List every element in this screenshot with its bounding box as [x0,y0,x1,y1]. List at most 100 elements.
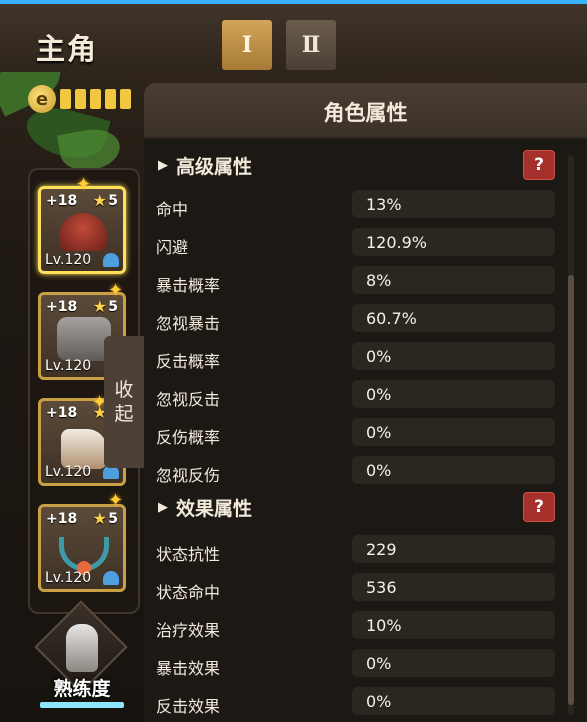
attribute-row: 忽视反击 0% [144,380,587,410]
collapse-button[interactable]: 收 起 [104,336,144,468]
attribute-row: 忽视反伤 0% [144,456,587,486]
attribute-value: 10% [366,616,402,635]
star-count: 5 [108,511,118,527]
attribute-name: 治疗效果 [156,621,221,640]
scrollbar[interactable] [568,155,574,715]
item-level: Lv.120 [45,464,92,480]
exp-cell [60,89,71,109]
exp-cell [120,89,131,109]
attribute-row: 闪避 120.9% [144,228,587,258]
sparkle-icon: ✦ [108,280,124,301]
expand-arrow-icon: ▶ [158,157,168,173]
attribute-name: 暴击效果 [156,659,221,678]
page-title: 主角 [36,32,99,66]
section-title: 高级属性 [176,155,253,178]
exp-cell [90,89,101,109]
attribute-row: 反击效果 0% [144,687,587,717]
attribute-name: 状态抗性 [156,545,221,564]
help-button[interactable]: ? [523,492,555,522]
attribute-value: 13% [366,195,402,214]
helmet-icon [59,213,107,251]
exp-cell [105,89,116,109]
mastery-button[interactable]: 熟练度 [34,600,128,710]
attribute-value: 536 [366,578,397,597]
star-icon: ★ [92,191,107,210]
collapse-label: 收 [114,379,134,401]
attribute-name: 反击概率 [156,352,221,371]
armor-icon [57,317,111,361]
enhance-level: +18 [46,405,78,421]
enhance-level: +18 [46,511,78,527]
attribute-value-box: 0% [352,342,555,370]
attribute-name: 忽视反伤 [156,466,221,485]
tab-page-1[interactable]: Ⅰ [222,20,272,70]
item-level: Lv.120 [45,252,92,268]
attribute-row: 暴击概率 8% [144,266,587,296]
enhance-level: +18 [46,193,78,209]
tab-page-2[interactable]: Ⅱ [286,20,336,70]
attribute-value-box: 120.9% [352,228,555,256]
help-button[interactable]: ? [523,150,555,180]
attribute-value-box: 229 [352,535,555,563]
item-level: Lv.120 [45,570,92,586]
shell-icon [103,253,119,267]
attributes-title: 角色属性 [323,101,408,125]
section-title: 效果属性 [176,497,253,520]
attribute-row: 忽视暴击 60.7% [144,304,587,334]
attribute-name: 命中 [156,200,189,219]
expand-arrow-icon: ▶ [158,499,168,515]
attribute-value: 120.9% [366,233,428,252]
attribute-value-box: 10% [352,611,555,639]
attribute-row: 暴击效果 0% [144,649,587,679]
exp-bar: e [28,84,131,114]
attribute-value-box: 8% [352,266,555,294]
attribute-value-box: 536 [352,573,555,601]
boots-icon [61,429,107,469]
attribute-row: 反击概率 0% [144,342,587,372]
attribute-value: 0% [366,461,392,480]
enhance-level: +18 [46,299,78,315]
attribute-value-box: 0% [352,380,555,408]
exp-cell [75,89,86,109]
section-advanced[interactable]: ▶ 高级属性 [158,147,252,183]
collapse-label: 起 [114,403,134,425]
attribute-name: 闪避 [156,238,189,257]
equipment-slot-helmet[interactable]: +18 ★ 5 Lv.120 [38,186,126,274]
attribute-name: 反击效果 [156,697,221,716]
equipment-slot-necklace[interactable]: +18 ★ 5 Lv.120 [38,504,126,592]
attribute-value-box: 0% [352,418,555,446]
star-count: 5 [108,193,118,209]
attribute-row: 状态命中 536 [144,573,587,603]
header-bar: 主角 Ⅰ Ⅱ [0,4,587,72]
attribute-value: 0% [366,423,392,442]
star-count: 5 [108,299,118,315]
attribute-name: 忽视暴击 [156,314,221,333]
attribute-row: 命中 13% [144,190,587,220]
scrollbar-thumb[interactable] [568,275,574,705]
attribute-value: 8% [366,271,392,290]
attribute-value: 60.7% [366,309,417,328]
mastery-icon [66,624,98,672]
sparkle-icon: ✦ [76,174,92,195]
exp-icon: e [28,85,56,113]
attribute-row: 治疗效果 10% [144,611,587,641]
attribute-row: 状态抗性 229 [144,535,587,565]
attribute-value: 0% [366,654,392,673]
attribute-value: 229 [366,540,397,559]
attribute-value: 0% [366,347,392,366]
section-effect[interactable]: ▶ 效果属性 [158,489,252,525]
attribute-name: 暴击概率 [156,276,221,295]
attributes-header: 角色属性 [144,83,587,139]
attribute-name: 反伤概率 [156,428,221,447]
star-icon: ★ [92,509,107,528]
attribute-name: 忽视反击 [156,390,221,409]
attribute-value: 0% [366,385,392,404]
attribute-value: 0% [366,692,392,711]
sparkle-icon: ✦ [108,490,124,511]
star-icon: ★ [92,297,107,316]
mastery-label: 熟练度 [53,678,111,700]
mastery-progress-bar [40,702,124,708]
attribute-value-box: 0% [352,649,555,677]
attribute-value-box: 0% [352,687,555,715]
attribute-value-box: 60.7% [352,304,555,332]
